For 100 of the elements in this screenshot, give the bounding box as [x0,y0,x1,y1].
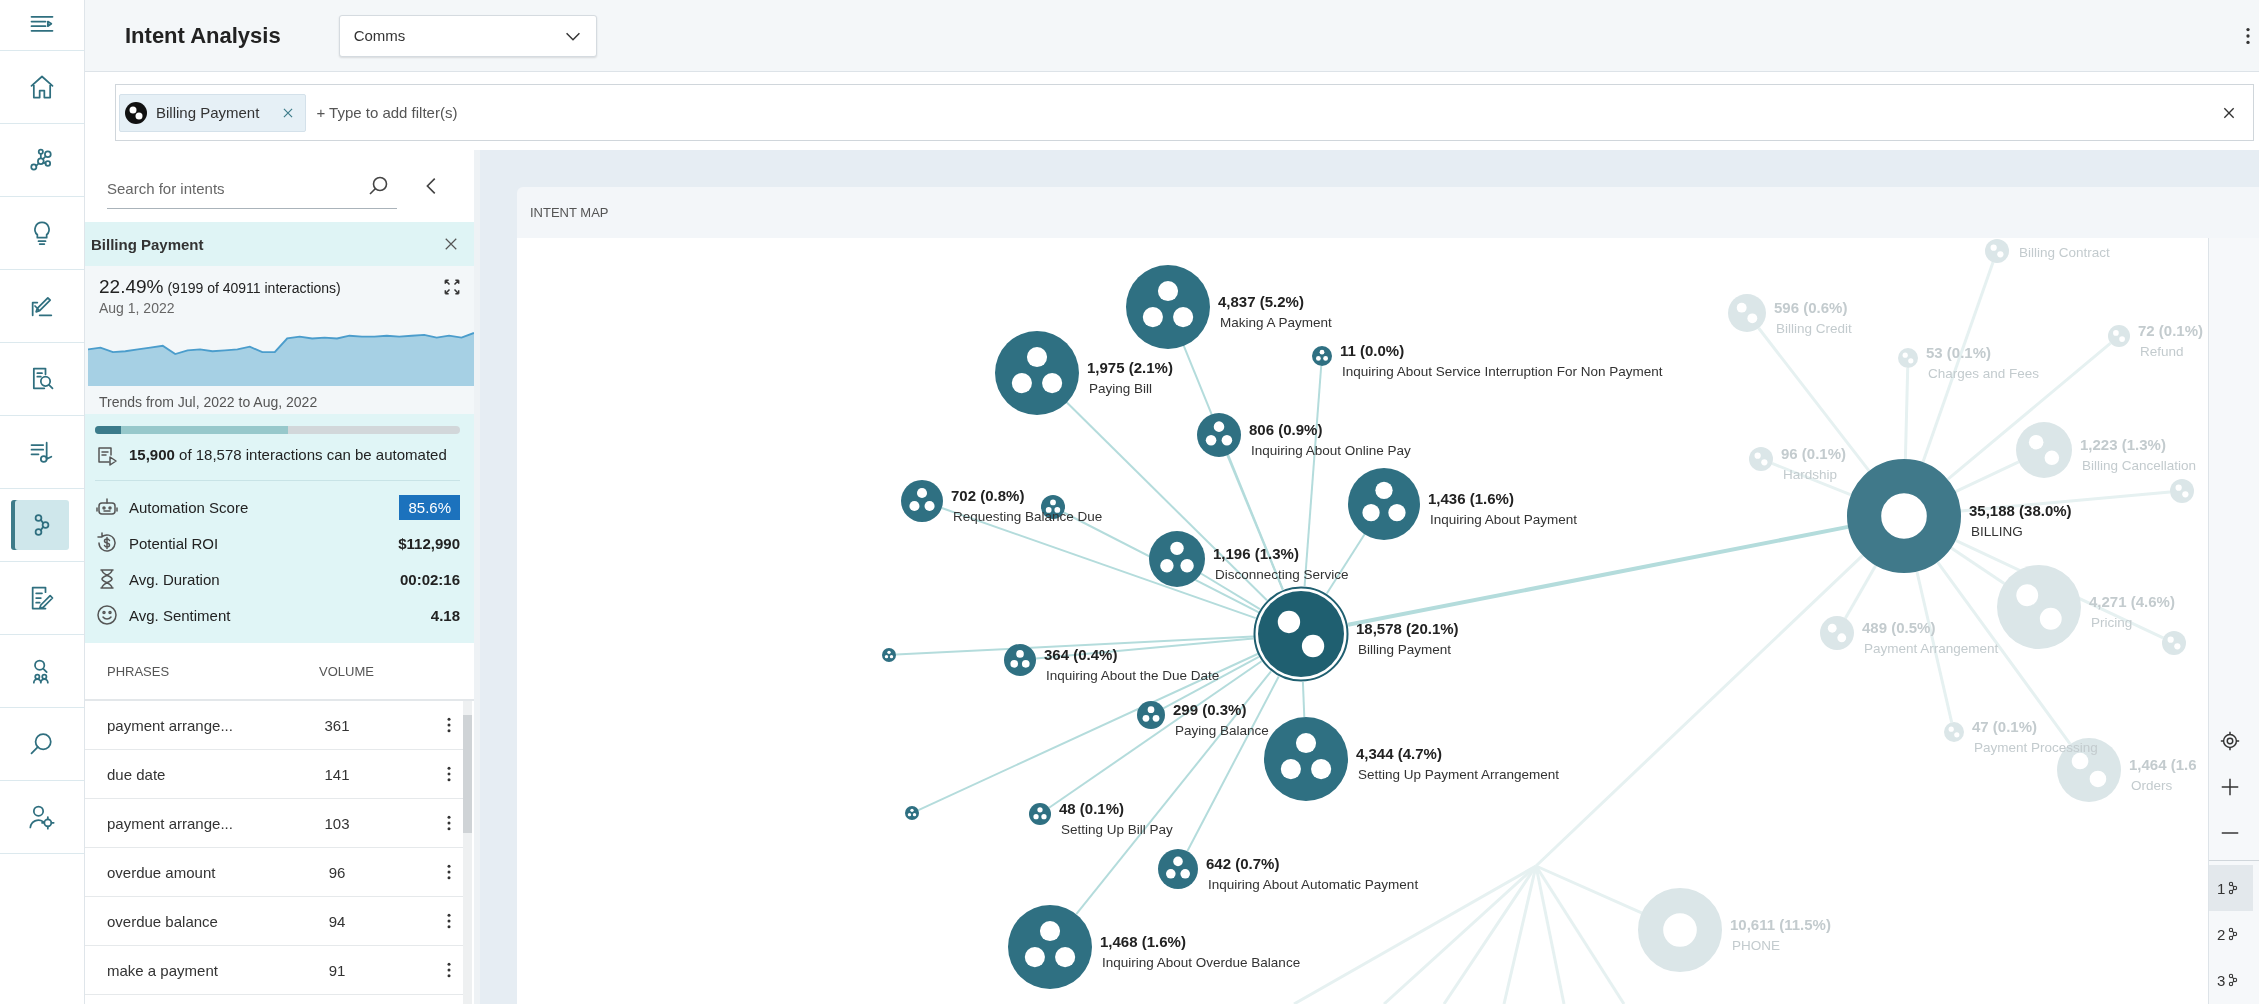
metric-label: Avg. Duration [129,570,221,588]
metric-value: 00:02:16 [399,570,460,588]
home-icon [28,73,56,101]
node-label: Payment Processing [1974,740,2098,755]
node-value: 35,188 (38.0%) [1969,502,2072,519]
level-button[interactable]: 2 [2209,911,2253,957]
node-label: Disconnecting Service [1215,567,1349,582]
share-value: 22.49% [99,276,164,298]
volume-text: 141 [323,765,351,783]
dollar-icon [95,531,119,555]
node-value: 53 (0.1%) [1926,344,1992,361]
metric-value: $112,990 [398,534,460,552]
metric-value: 4.18 [430,606,460,624]
node-label: PHONE [1732,938,1780,953]
node-value: 1,223 (1.3%) [2080,436,2166,453]
volume-text: 94 [327,912,347,930]
expand-icon[interactable] [442,277,462,297]
node-value: 596 (0.6%) [1774,299,1848,316]
detail-title: Billing Payment [91,235,204,253]
document-play-icon [95,444,119,468]
volume-text: 91 [327,961,347,979]
search-field[interactable]: Search for intents [107,163,397,209]
phrase-text: make a payment [107,961,219,979]
intent-node [2170,479,2194,503]
zoom-in-icon[interactable] [2219,776,2241,798]
phrase-text: overdue balance [107,912,219,930]
node-value: 4,344 (4.7%) [1356,745,1442,762]
node-value: 364 (0.4%) [1044,646,1118,663]
node-label: Billing Contract [2019,245,2110,260]
intent-node [882,648,896,662]
metric-label: Avg. Sentiment [129,606,232,624]
connector-line [1301,681,1306,718]
node-value: 489 (0.5%) [1862,619,1936,636]
node-label: BILLING [1971,524,2023,539]
node-label: Hardship [1783,467,1838,482]
filter-chip[interactable]: Billing Payment [119,93,307,132]
metric-label: Automation Score [129,498,250,516]
node-value: 72 (0.1%) [2138,322,2204,339]
volume-text: 96 [327,863,347,881]
node-value: 11 (0.0%) [1340,342,1405,359]
node-label: Requesting Balance Due [953,509,1103,524]
node-value: 4,837 (5.2%) [1218,293,1304,310]
node-value: 806 (0.9%) [1249,421,1323,438]
node-value: 4,271 (4.6%) [2089,593,2175,610]
level-button[interactable]: 3 [2209,957,2253,1003]
page-title: Intent Analysis [125,22,281,49]
node-value: 96 (0.1%) [1781,445,1847,462]
phrase-text: payment arrange... [107,716,234,734]
locate-icon[interactable] [2219,730,2241,752]
node-value: 47 (0.1%) [1972,718,2038,735]
node-value: 10,611 (11.5%) [1730,916,1831,933]
volume-text: 103 [323,814,351,832]
node-label: Setting Up Payment Arrangement [1358,767,1560,782]
dropdown[interactable]: Comms [338,14,597,57]
volume-text: 361 [323,716,351,734]
node-label: Inquiring About Payment [1430,512,1578,527]
node-value: 1,975 (2.1%) [1087,359,1173,376]
node-label: Payment Arrangement [1864,641,1999,656]
node-value: 299 (0.3%) [1173,701,1247,718]
metric-label: Potential ROI [129,534,220,552]
score-badge: 85.6% [399,494,460,520]
node-label: Charges and Fees [1928,366,2040,381]
node-label: Setting Up Bill Pay [1061,822,1173,837]
node-label: Inquiring About Automatic Payment [1208,877,1419,892]
chip-label: Billing Payment [156,104,260,121]
phrase-text: due date [107,765,167,783]
automation-text: 15,900 of 18,578 interactions can be automated [129,445,447,465]
column-header: VOLUME [319,663,374,679]
trend-caption: Trends from Jul, 2022 to Aug, 2022 [98,393,319,412]
node-label: Inquiring About Service Interruption For Non Payment [1342,364,1663,379]
node-label: Billing Credit [1776,321,1852,336]
node-label: Refund [2140,344,2184,359]
node-value: 1,464 (1.6 [2129,756,2197,773]
node-label: Inquiring About the Due Date [1046,668,1220,683]
level-button[interactable]: 1 [2209,865,2253,911]
share-detail: (9199 of 40911 interactions) [167,280,341,296]
node-label: Orders [2131,778,2173,793]
user-settings-icon [28,803,56,831]
node-label: Paying Bill [1089,381,1153,396]
node-value: 1,196 (1.3%) [1213,545,1299,562]
date-text: Aug 1, 2022 [98,299,176,316]
node-value: 702 (0.8%) [951,487,1025,504]
card-title: INTENT MAP [530,205,609,220]
smiley-icon [95,603,119,627]
node-value: 1,468 (1.6%) [1100,933,1186,950]
phrase-text: overdue amount [107,863,217,881]
node-label: Pricing [2091,615,2133,630]
node-label: Paying Balance [1175,723,1269,738]
filter-field[interactable]: Billing Payment + Type to add filter(s) [115,84,2254,141]
node-value: 1,436 (1.6%) [1428,490,1514,507]
scrollbar[interactable] [463,701,472,1004]
node-value: 642 (0.7%) [1206,855,1280,872]
intent-node [905,806,919,820]
node-label: Billing Payment [1358,642,1452,657]
node-value: 18,578 (20.1%) [1356,620,1459,637]
node-label: Inquiring About Overdue Balance [1102,955,1301,970]
phrase-text: payment arrange... [107,814,234,832]
node-label: Inquiring About Online Pay [1251,443,1411,458]
scrollbar-thumb[interactable] [463,715,472,833]
node-label: Making A Payment [1220,315,1332,330]
